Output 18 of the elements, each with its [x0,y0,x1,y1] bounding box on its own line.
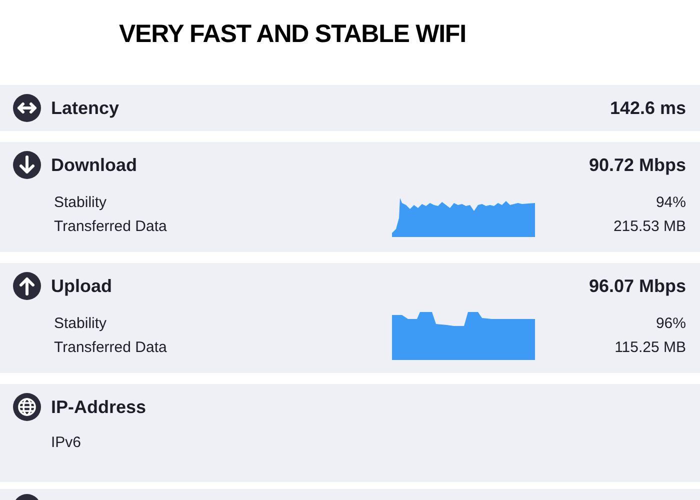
stat-label: Stability [54,193,108,212]
stat-value: 115.25 MB [614,338,686,357]
section-value: 142.6 ms [610,96,686,120]
stat-label: Stability [54,314,108,333]
page-heading: VERY FAST AND STABLE WIFI [119,22,466,47]
detail-text: IPv6 [51,433,82,452]
stat-value: 96% [656,314,686,333]
section-title: Upload [51,274,113,298]
stat-label: Transferred Data [54,338,168,357]
section-title: Download [51,154,138,176]
globe-icon [13,393,41,421]
section-value: 90.72 Mbps [588,154,686,177]
section-value: 96.07 Mbps [588,274,686,298]
section-title: Latency [51,96,120,120]
stat-value: 215.53 MB [613,217,686,236]
section-title: IP-Address [51,396,148,418]
stat-label: Transferred Data [54,217,168,236]
stat-value: 94% [656,193,686,212]
